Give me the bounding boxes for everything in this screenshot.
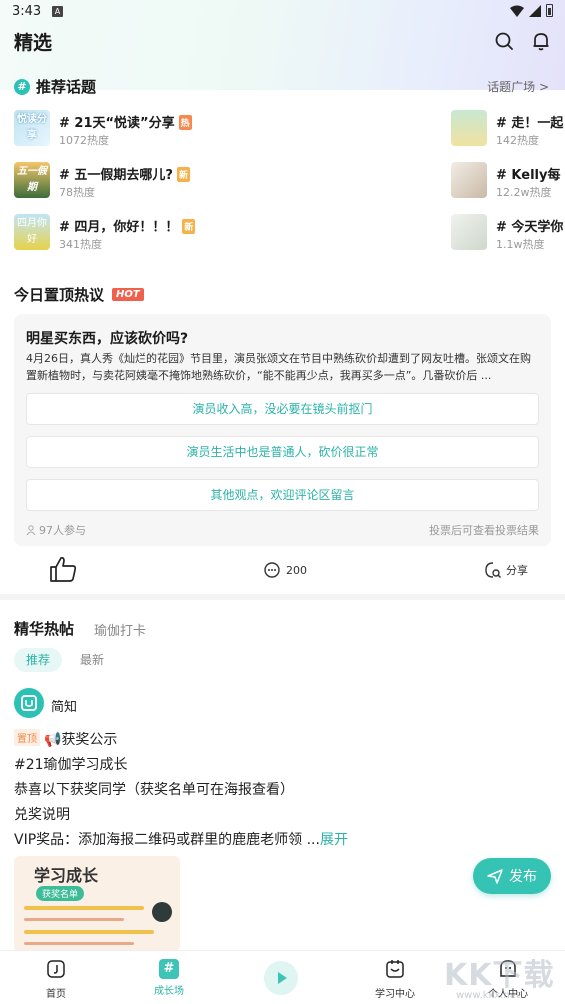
poll-card[interactable]: 明星买东西，应该砍价吗? 4月26日，真人秀《灿烂的花园》节目里，演员张颂文在节… xyxy=(14,314,551,546)
hot-poll-section-title: 今日置顶热议 HOT xyxy=(14,284,144,305)
topic-heat: 341热度 xyxy=(59,238,102,251)
topic-item[interactable]: # Kelly每 12.2w热度 xyxy=(451,162,565,202)
author-name[interactable]: 简知 xyxy=(51,696,77,715)
poster-lines xyxy=(24,906,144,910)
poll-option[interactable]: 其他观点，欢迎评论区留言 xyxy=(26,479,539,511)
hot-tag: HOT xyxy=(112,288,144,301)
poll-hint: 投票后可查看投票结果 xyxy=(429,524,539,537)
signal-icon xyxy=(529,4,541,17)
poster-lines xyxy=(24,930,154,934)
topic-thumbnail xyxy=(451,162,487,198)
poll-participants: 97人参与 xyxy=(26,522,86,538)
share-button[interactable]: 分享 xyxy=(484,561,528,579)
search-icon[interactable] xyxy=(493,30,515,52)
home-icon xyxy=(47,960,65,978)
post-line: #21瑜伽学习成长 xyxy=(14,757,128,773)
top-bar: 精选 xyxy=(0,24,565,64)
topic-heat: 78热度 xyxy=(59,186,95,199)
avatar[interactable] xyxy=(14,688,44,718)
watermark-url: www.kkx.net xyxy=(456,990,520,1001)
status-bar: 3:43 A xyxy=(0,0,565,24)
topic-thumbnail: 悦读分享 xyxy=(14,110,50,146)
topic-thumbnail: 五一假期 xyxy=(14,162,50,198)
nav-home[interactable]: 首页 xyxy=(26,959,86,1000)
topic-heat: 1072热度 xyxy=(59,134,109,147)
play-icon xyxy=(264,961,298,995)
topic-plaza-link[interactable]: 话题广场 > xyxy=(487,78,549,95)
topic-heat: 1.1w热度 xyxy=(496,238,545,251)
post-line: VIP奖品：添加海报二维码或群里的鹿鹿老师领 ...展开 xyxy=(14,832,348,848)
topic-thumbnail xyxy=(451,214,487,250)
poster-figure xyxy=(152,902,172,922)
filter-recommended[interactable]: 推荐 xyxy=(14,648,62,672)
poster-lines xyxy=(24,942,134,945)
hash-icon: # xyxy=(159,959,179,979)
nav-learning-center[interactable]: 学习中心 xyxy=(365,959,425,1000)
share-icon xyxy=(485,562,501,578)
comment-button[interactable]: 200 xyxy=(263,561,307,579)
new-badge: 新 xyxy=(176,167,190,182)
tab-yoga-checkin[interactable]: 瑜伽打卡 xyxy=(94,620,146,639)
wifi-icon xyxy=(510,5,524,17)
nav-play[interactable] xyxy=(251,961,311,995)
post-line: 恭喜以下获奖同学（获奖名单可在海报查看） xyxy=(14,782,294,798)
topic-heat: 142热度 xyxy=(496,134,539,147)
study-icon xyxy=(386,960,404,978)
notification-icon: A xyxy=(52,6,63,17)
topic-name: # Kelly每 xyxy=(496,168,561,183)
topic-item[interactable]: # 走！一起 142热度 xyxy=(451,110,565,150)
hash-icon: # xyxy=(14,78,30,95)
poster-subtitle: 获奖名单 xyxy=(36,886,85,901)
poll-description: 4月26日，真人秀《灿烂的花园》节目里，演员张颂文在节目中熟练砍价却遭到了网友吐… xyxy=(26,352,531,382)
hot-badge: 热 xyxy=(178,115,192,130)
topic-name: # 四月，你好！！！新 xyxy=(59,219,196,235)
send-icon xyxy=(487,869,503,884)
post-line: 置顶 📢获奖公示 xyxy=(14,729,117,749)
poll-option[interactable]: 演员生活中也是普通人，砍价很正常 xyxy=(26,436,539,468)
topic-name: # 今天学你 xyxy=(496,220,564,235)
battery-icon xyxy=(546,4,553,17)
topic-heat: 12.2w热度 xyxy=(496,186,552,199)
topics-section-title: # 推荐话题 xyxy=(14,76,96,97)
poster-lines xyxy=(24,918,124,921)
expand-link[interactable]: 展开 xyxy=(320,832,348,848)
poll-actions: 200 分享 xyxy=(0,552,565,590)
new-badge: 新 xyxy=(182,219,196,234)
topic-thumbnail: 四月你好 xyxy=(14,214,50,250)
poll-option[interactable]: 演员收入高，没必要在镜头前抠门 xyxy=(26,393,539,425)
topic-name: # 走！一起 xyxy=(496,116,564,131)
section-divider xyxy=(0,594,565,600)
post-line: 兑奖说明 xyxy=(14,807,70,823)
like-icon[interactable] xyxy=(48,554,78,584)
filter-latest[interactable]: 最新 xyxy=(80,648,110,672)
user-icon xyxy=(26,525,36,536)
page-title: 精选 xyxy=(14,32,53,54)
topic-thumbnail xyxy=(451,110,487,146)
pin-badge: 置顶 xyxy=(14,729,40,746)
topic-item[interactable]: # 今天学你 1.1w热度 xyxy=(451,214,565,254)
megaphone-icon: 📢 xyxy=(44,732,62,748)
post-image[interactable]: 学习成长 获奖名单 xyxy=(14,856,180,952)
status-time: 3:43 xyxy=(12,4,42,19)
topic-name: # 21天“悦读”分享热 xyxy=(59,115,192,131)
book-icon xyxy=(21,695,37,711)
comment-icon xyxy=(264,562,280,578)
publish-button[interactable]: 发布 xyxy=(473,858,551,894)
poster-title: 学习成长 xyxy=(34,866,99,885)
tab-featured-posts[interactable]: 精华热帖 xyxy=(14,618,74,639)
watermark-logo: KK下载 xyxy=(444,958,555,993)
bell-icon[interactable] xyxy=(530,30,552,52)
poll-question: 明星买东西，应该砍价吗? xyxy=(26,331,189,347)
nav-growth[interactable]: # 成长场 xyxy=(139,959,199,997)
topic-name: # 五一假期去哪儿? 新 xyxy=(59,167,190,183)
